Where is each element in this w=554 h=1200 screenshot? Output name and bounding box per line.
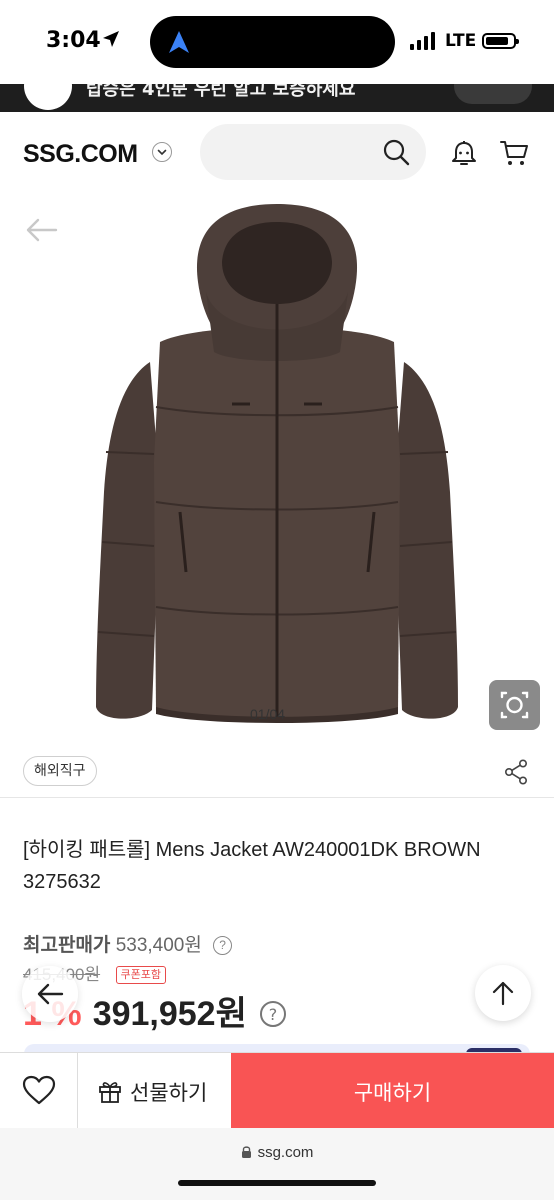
- back-button[interactable]: [22, 966, 78, 1022]
- chevron-down-icon: [157, 149, 167, 156]
- lock-icon: [241, 1146, 251, 1158]
- dynamic-island: [150, 16, 395, 68]
- promo-banner[interactable]: 탑승은 4인분 우린 알고 보증하세요: [0, 84, 554, 112]
- share-icon[interactable]: [504, 759, 528, 785]
- buy-label: 구매하기: [353, 1081, 432, 1105]
- buy-button[interactable]: 구매하기: [231, 1053, 554, 1128]
- battery-level: [486, 37, 508, 45]
- battery-icon: [482, 33, 519, 49]
- signal-icon: [410, 32, 435, 50]
- status-time: 3:04: [46, 28, 101, 53]
- banner-button[interactable]: [454, 84, 532, 104]
- ssg-logo[interactable]: SSG.COM: [23, 140, 138, 169]
- cart-icon[interactable]: [499, 139, 529, 167]
- url-bar[interactable]: ssg.com: [0, 1144, 554, 1161]
- gift-icon: [99, 1082, 121, 1103]
- tag-row: 해외직구: [0, 742, 554, 798]
- network-type: LTE: [445, 31, 477, 51]
- help-icon[interactable]: ?: [213, 936, 233, 955]
- heart-icon: [22, 1075, 56, 1105]
- banner-icon: [24, 84, 72, 110]
- arrow-up-icon: [492, 981, 514, 1006]
- camera-lens-icon: [500, 691, 529, 719]
- wishlist-button[interactable]: [0, 1053, 78, 1128]
- product-title: [하이킹 패트롤] Mens Jacket AW240001DK BROWN 3…: [23, 839, 481, 893]
- home-indicator[interactable]: [178, 1180, 376, 1186]
- price-help-icon[interactable]: ?: [259, 1001, 286, 1027]
- max-price-row: 최고판매가 533,400원 ?: [23, 930, 233, 957]
- browser-bar: ssg.com: [0, 1128, 554, 1200]
- banner-text: 탑승은 4인분 우린 알고 보증하세요: [86, 84, 356, 100]
- gift-button[interactable]: 선물하기: [78, 1053, 231, 1128]
- status-bar: 3:04 LTE: [0, 0, 554, 84]
- jacket-image: [96, 204, 458, 723]
- max-price-label: 최고판매가: [23, 935, 111, 956]
- bottom-action-bar: 선물하기 구매하기: [0, 1052, 554, 1128]
- search-icon[interactable]: [382, 138, 410, 166]
- arrow-left-icon[interactable]: [24, 217, 58, 243]
- location-arrow-icon: [103, 31, 119, 47]
- max-price-value: 533,400원: [115, 935, 202, 956]
- notification-bell-icon[interactable]: [450, 139, 478, 167]
- product-image-gallery[interactable]: 01/04: [0, 192, 554, 742]
- gift-label: 선물하기: [130, 1081, 208, 1105]
- image-search-button[interactable]: [489, 680, 540, 730]
- final-price: 391,952원: [92, 995, 247, 1033]
- arrow-left-icon: [37, 983, 64, 1005]
- overseas-direct-badge[interactable]: 해외직구: [23, 756, 97, 786]
- image-counter: 01/04: [250, 706, 286, 722]
- navigation-icon: [169, 31, 189, 53]
- search-input[interactable]: [200, 124, 426, 180]
- site-header: SSG.COM: [0, 112, 554, 192]
- scroll-to-top-button[interactable]: [475, 965, 531, 1021]
- mall-switch-button[interactable]: [152, 142, 172, 162]
- coupon-included-badge: 쿠폰포함: [115, 966, 166, 984]
- url-text: ssg.com: [257, 1144, 314, 1161]
